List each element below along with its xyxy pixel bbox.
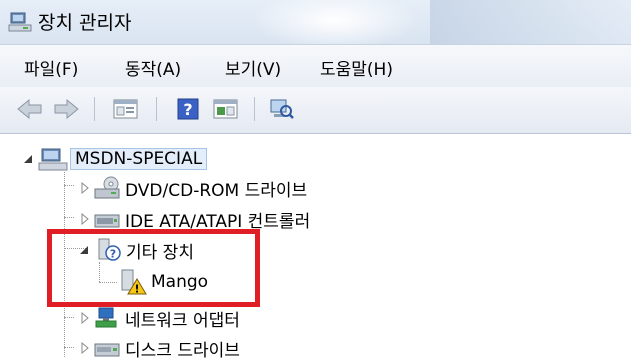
update-driver-icon[interactable] — [212, 97, 240, 121]
title-bar-glass-effect — [250, 0, 420, 44]
menu-view[interactable]: 보기(V) — [225, 55, 281, 80]
tree-connector-line — [64, 185, 74, 186]
collapsed-arrow-icon[interactable] — [80, 213, 90, 225]
title-bar-glass-effect-2 — [430, 0, 631, 44]
computer-icon — [38, 148, 68, 171]
tree-item-label: IDE ATA/ATAPI 컨트롤러 — [125, 211, 311, 232]
toolbar-separator — [156, 97, 157, 121]
tree-item-label: 네트워크 어댑터 — [125, 310, 240, 331]
properties-icon[interactable] — [112, 97, 140, 121]
help-icon[interactable]: ? — [176, 97, 200, 121]
highlight-box — [47, 229, 260, 307]
svg-text:?: ? — [183, 100, 192, 119]
collapsed-arrow-icon[interactable] — [80, 342, 90, 354]
collapsed-arrow-icon[interactable] — [80, 312, 90, 324]
toolbar: ? — [0, 87, 631, 134]
menu-action[interactable]: 동작(A) — [125, 55, 181, 80]
collapsed-arrow-icon[interactable] — [80, 182, 90, 194]
tree-item-label: 디스크 드라이브 — [125, 340, 240, 361]
tree-connector-line — [64, 317, 74, 318]
device-manager-icon — [8, 12, 32, 32]
disk-drive-icon — [94, 343, 120, 357]
tree-connector-line — [64, 217, 74, 218]
toolbar-separator — [94, 97, 95, 121]
back-icon[interactable] — [16, 97, 44, 121]
tree-item-dvd[interactable]: DVD/CD-ROM 드라이브 — [80, 173, 307, 203]
tree-item-network[interactable]: 네트워크 어댑터 — [80, 303, 240, 333]
title-bar: 장치 관리자 — [0, 0, 631, 44]
forward-icon[interactable] — [52, 97, 80, 121]
dvd-drive-icon — [94, 176, 120, 199]
network-adapter-icon — [95, 307, 117, 328]
tree-root-row[interactable]: MSDN-SPECIAL — [22, 144, 208, 174]
tree-connector-line — [64, 347, 74, 348]
menu-bar: 파일(F) 동작(A) 보기(V) 도움말(H) — [0, 44, 631, 88]
scan-hardware-icon[interactable] — [268, 97, 296, 121]
expanded-arrow-icon[interactable] — [22, 153, 34, 165]
ide-controller-icon — [94, 214, 120, 228]
tree-root-label: MSDN-SPECIAL — [70, 148, 208, 170]
toolbar-separator — [254, 97, 255, 121]
window-title: 장치 관리자 — [38, 12, 132, 34]
menu-file[interactable]: 파일(F) — [24, 55, 78, 80]
tree-item-label: DVD/CD-ROM 드라이브 — [125, 180, 308, 201]
menu-help[interactable]: 도움말(H) — [320, 55, 393, 80]
